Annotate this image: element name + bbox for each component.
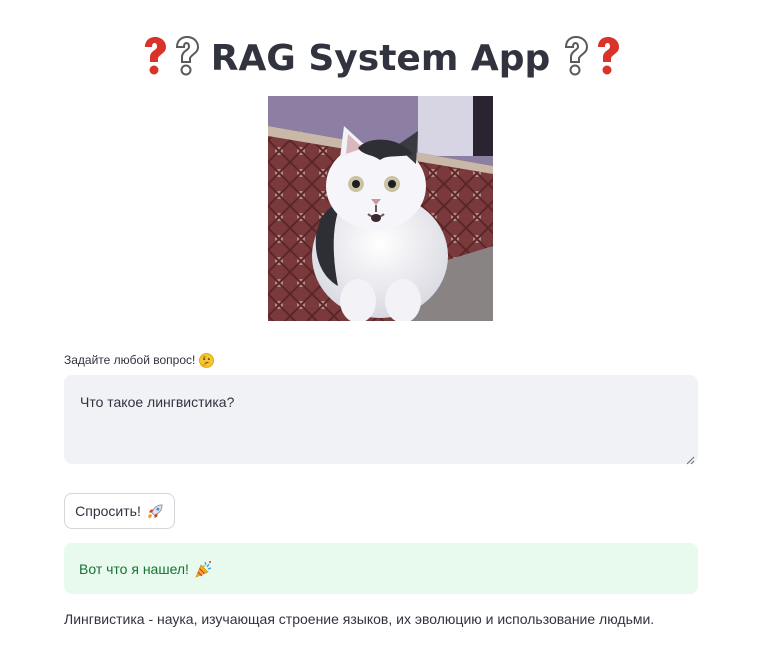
ask-button[interactable]: Спросить! xyxy=(64,493,175,529)
answer-text: Лингвистика - наука, изучающая строение … xyxy=(64,611,655,627)
red-question-mark-icon xyxy=(139,36,169,76)
rocket-icon xyxy=(147,503,164,520)
party-popper-icon xyxy=(195,560,213,578)
question-label: Задайте любой вопрос! xyxy=(64,350,215,370)
cat-image xyxy=(268,96,493,321)
white-question-mark-icon xyxy=(171,36,201,76)
red-question-mark-icon xyxy=(592,36,622,76)
success-alert: Вот что я нашел! xyxy=(64,543,698,594)
question-label-text: Задайте любой вопрос! xyxy=(64,353,196,367)
page-title: RAG System App xyxy=(0,32,761,85)
ask-button-label: Спросить! xyxy=(75,503,141,519)
thinking-face-icon xyxy=(199,352,215,368)
resize-handle-icon[interactable] xyxy=(686,452,695,465)
success-alert-text: Вот что я нашел! xyxy=(79,560,189,577)
question-textarea-value: Что такое лингвистика? xyxy=(80,394,235,410)
title-text: RAG System App xyxy=(210,38,551,79)
app-page: RAG System App Задайте любой вопрос! Что… xyxy=(0,0,761,656)
white-question-mark-icon xyxy=(560,36,590,76)
question-textarea[interactable]: Что такое лингвистика? xyxy=(64,375,698,465)
